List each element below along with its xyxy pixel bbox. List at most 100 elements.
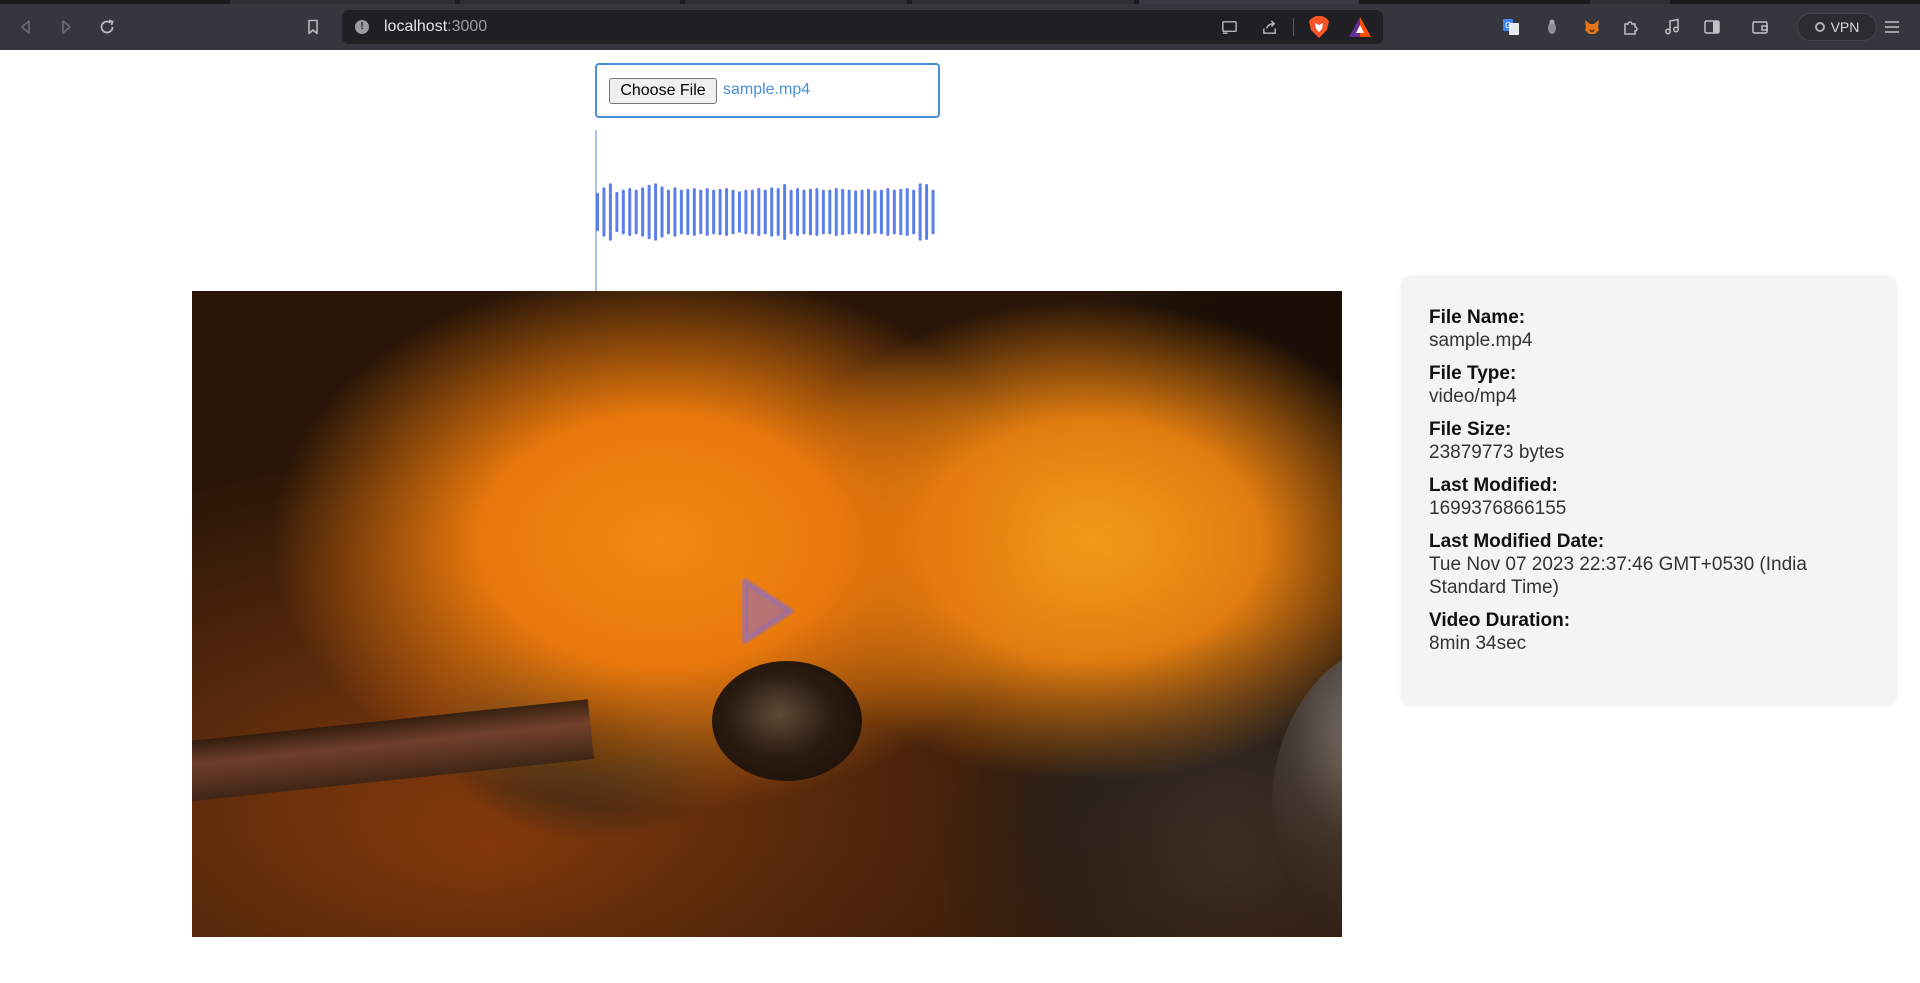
brave-shields-icon[interactable] — [1308, 15, 1330, 39]
site-info-icon[interactable]: ! — [355, 20, 369, 34]
waveform-bar — [776, 188, 780, 236]
vpn-button[interactable]: VPN — [1797, 13, 1877, 41]
waveform-bar — [634, 189, 638, 235]
waveform-bar — [867, 188, 871, 236]
forward-icon[interactable] — [52, 13, 80, 41]
waveform-bar — [931, 189, 935, 235]
waveform-bar — [763, 189, 767, 235]
waveform-bar — [641, 187, 645, 237]
waveform-bar — [596, 192, 599, 232]
waveform-bar — [808, 188, 812, 236]
waveform-bar — [608, 183, 612, 241]
selected-file-name: sample.mp4 — [723, 81, 811, 98]
file-info-item: File Size: 23879773 bytes — [1429, 418, 1869, 464]
cast-icon[interactable] — [1218, 16, 1240, 38]
file-info-label: File Name: — [1429, 307, 1526, 328]
menu-icon[interactable] — [1880, 15, 1904, 39]
file-info-label: File Size: — [1429, 419, 1512, 440]
file-info-label: Last Modified: — [1429, 475, 1558, 496]
waveform-bar — [699, 189, 703, 235]
file-info-item: File Name: sample.mp4 — [1429, 306, 1869, 352]
file-info-item: Last Modified: 1699376866155 — [1429, 474, 1869, 520]
audio-waveform[interactable] — [595, 130, 940, 292]
file-info-label: File Type: — [1429, 363, 1517, 384]
waveform-bar — [912, 189, 916, 235]
waveform-bar — [796, 188, 800, 236]
url-text[interactable]: localhost:3000 — [384, 18, 487, 36]
brave-rewards-icon[interactable] — [1348, 16, 1372, 38]
reload-icon[interactable] — [93, 13, 121, 41]
waveform-bar — [905, 188, 909, 236]
svg-text:G: G — [1505, 21, 1511, 30]
file-info-panel: File Name: sample.mp4 File Type: video/mp4 F… — [1401, 276, 1897, 706]
bookmark-icon[interactable] — [299, 13, 327, 41]
browser-toolbar: ! localhost:3000 G VPN — [0, 4, 1920, 50]
waveform-bar — [660, 186, 664, 238]
waveform-bar — [725, 188, 729, 236]
file-info-label: Last Modified Date: — [1429, 531, 1605, 552]
waveform-bar — [718, 188, 722, 236]
waveform-bar — [647, 184, 651, 240]
waveform-bar — [686, 188, 690, 236]
file-info-value: 1699376866155 — [1429, 498, 1567, 519]
extension-icon[interactable] — [1540, 15, 1564, 39]
play-icon[interactable] — [739, 577, 795, 645]
waveform-bar — [731, 189, 735, 235]
waveform-bar — [615, 192, 619, 232]
media-controls-icon[interactable] — [1660, 15, 1684, 39]
waveform-bar — [925, 184, 929, 240]
wallet-icon[interactable] — [1748, 15, 1772, 39]
vpn-status-icon — [1814, 22, 1825, 32]
waveform-bar — [673, 187, 677, 237]
waveform-bar — [841, 188, 845, 236]
waveform-bar — [815, 188, 819, 236]
file-info-item: File Type: video/mp4 — [1429, 362, 1869, 408]
waveform-bar — [899, 188, 903, 236]
waveform-bar — [802, 189, 806, 235]
waveform-bar — [854, 190, 858, 234]
extensions-puzzle-icon[interactable] — [1619, 15, 1643, 39]
waveform-bar — [879, 189, 883, 235]
waveform-bar — [770, 187, 774, 237]
vpn-label: VPN — [1830, 19, 1860, 35]
waveform-bar — [737, 191, 741, 233]
waveform-bar — [679, 189, 683, 235]
waveform-bar — [750, 189, 754, 235]
waveform-bar — [712, 189, 716, 235]
file-info-value: Tue Nov 07 2023 22:37:46 GMT+0530 (India… — [1429, 554, 1807, 598]
waveform-bar — [847, 189, 851, 235]
choose-file-button[interactable]: Choose File — [609, 78, 717, 104]
file-info-value: sample.mp4 — [1429, 330, 1533, 351]
waveform-bar — [918, 183, 922, 241]
waveform-bar — [834, 188, 838, 236]
waveform-bar — [783, 184, 787, 240]
file-info-item: Last Modified Date: Tue Nov 07 2023 22:37… — [1429, 530, 1869, 599]
file-info-item: Video Duration: 8min 34sec — [1429, 609, 1869, 655]
back-icon[interactable] — [12, 13, 40, 41]
waveform-bar — [621, 189, 625, 235]
waveform-bar — [860, 189, 864, 235]
waveform-bar — [744, 189, 748, 235]
waveform-bar — [821, 189, 825, 235]
waveform-bar — [692, 188, 696, 236]
address-bar[interactable]: ! localhost:3000 — [342, 10, 1383, 44]
translate-icon[interactable]: G — [1499, 15, 1523, 39]
waveform-bar — [757, 188, 761, 236]
file-info-value: 23879773 bytes — [1429, 442, 1565, 463]
file-info-label: Video Duration: — [1429, 610, 1571, 631]
waveform-bar — [873, 190, 877, 234]
file-info-value: 8min 34sec — [1429, 633, 1527, 654]
waveform-bar — [892, 189, 896, 235]
waveform-bar — [602, 187, 606, 237]
share-icon[interactable] — [1258, 16, 1280, 38]
sidebar-icon[interactable] — [1700, 15, 1724, 39]
waveform-bar — [666, 189, 670, 235]
metamask-icon[interactable] — [1580, 15, 1604, 39]
waveform-bar — [705, 188, 709, 236]
waveform-bar — [828, 189, 832, 235]
waveform-bar — [628, 188, 632, 236]
omnibox-divider — [1293, 18, 1294, 36]
file-upload-box[interactable]: Choose File sample.mp4 — [595, 63, 940, 118]
waveform-bar — [886, 188, 890, 236]
waveform-bar — [789, 189, 793, 235]
